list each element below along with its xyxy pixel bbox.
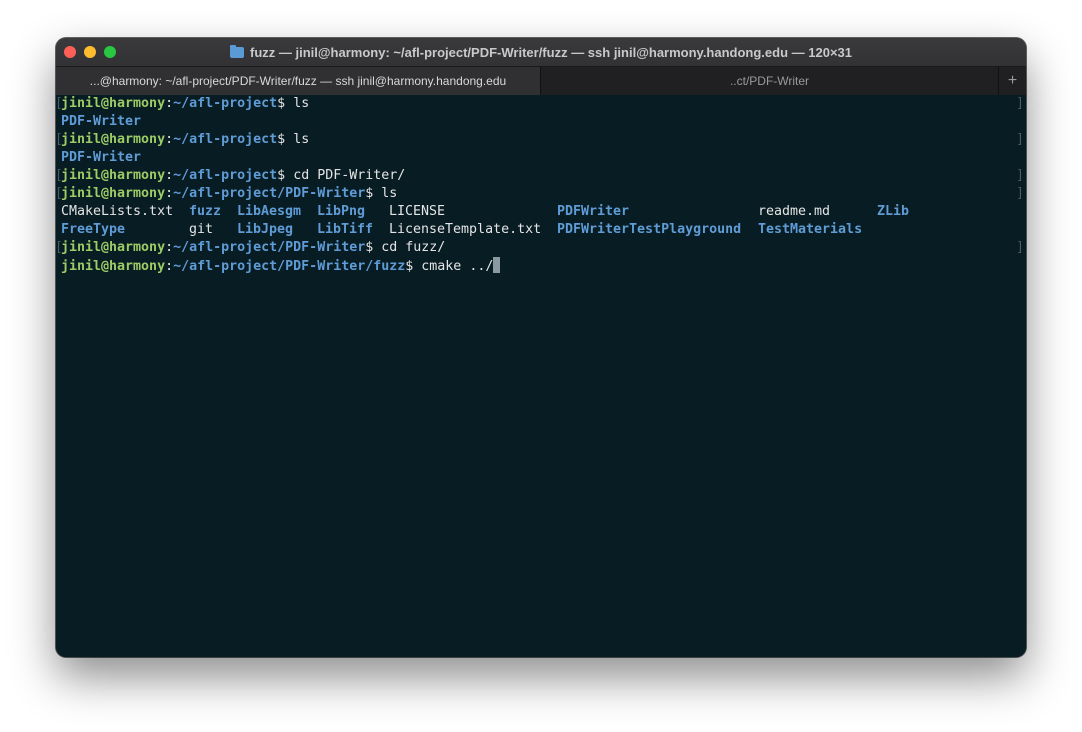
tab-bar: ...@harmony: ~/afl-project/PDF-Writer/fu… [56,66,1026,96]
dir-entry: FreeType [61,222,126,237]
prompt-path: ~/afl-project/PDF-Writer [173,240,366,255]
file-entry: git [189,222,214,237]
prompt-colon: : [165,96,174,111]
command-text: ls [285,132,310,147]
mark-right: ] [1016,240,1024,255]
prompt-user: jinil@harmony [61,240,166,255]
folder-icon [229,44,244,58]
prompt-line: jinil@harmony:~/afl-project$ ls [61,95,309,113]
prompt-user: jinil@harmony [61,259,166,274]
text-cursor [493,257,501,273]
window-controls [64,46,116,58]
prompt-line: jinil@harmony:~/afl-project/PDF-Writer$ … [61,185,397,203]
command-text: ls [285,96,310,111]
prompt-path: ~/afl-project/PDF-Writer [173,186,366,201]
dir-entry: fuzz [189,204,222,219]
command-text: cd PDF-Writer/ [285,168,406,183]
prompt-path: ~/afl-project [173,168,278,183]
file-entry: CMakeLists.txt [61,204,174,219]
prompt-line: jinil@harmony:~/afl-project/PDF-Writer$ … [61,239,445,257]
prompt-dollar: $ [277,96,286,111]
ls-output-row: FreeType git LibJpeg LibTiff LicenseTemp… [61,221,1021,239]
title-bar[interactable]: fuzz — jinil@harmony: ~/afl-project/PDF-… [56,38,1026,66]
zoom-button[interactable] [104,46,116,58]
prompt-line: jinil@harmony:~/afl-project/PDF-Writer/f… [61,257,501,275]
tab-pdf-writer[interactable]: ..ct/PDF-Writer [540,67,998,95]
dir-entry: PDFWriterTestPlayground [557,222,742,237]
file-entry: LicenseTemplate.txt [389,222,542,237]
command-text: cmake ../ [413,259,494,274]
prompt-user: jinil@harmony [61,96,166,111]
dir-entry: LibAesgm [237,204,302,219]
window-title: fuzz — jinil@harmony: ~/afl-project/PDF-… [249,44,852,60]
close-button[interactable] [64,46,76,58]
prompt-user: jinil@harmony [61,132,166,147]
file-entry: LICENSE [389,204,446,219]
command-text: cd fuzz/ [373,240,446,255]
dir-entry: LibPng [317,204,366,219]
terminal-window: fuzz — jinil@harmony: ~/afl-project/PDF-… [56,38,1026,657]
dir-entry: ZLib [877,204,910,219]
prompt-user: jinil@harmony [61,168,166,183]
prompt-colon: : [165,132,174,147]
prompt-path: ~/afl-project/PDF-Writer/fuzz [173,259,406,274]
prompt-user: jinil@harmony [61,186,166,201]
prompt-dollar: $ [277,132,286,147]
command-text: ls [373,186,398,201]
mark-right: ] [1016,186,1024,201]
file-entry: readme.md [758,204,831,219]
mark-right: ] [1016,168,1024,183]
dir-entry: LibJpeg [237,222,294,237]
tab-fuzz[interactable]: ...@harmony: ~/afl-project/PDF-Writer/fu… [56,67,540,95]
mark-right: ] [1016,132,1024,147]
mark-right: ] [1016,96,1024,111]
window-title-wrap: fuzz — jinil@harmony: ~/afl-project/PDF-… [229,44,852,60]
dir-entry: LibTiff [317,222,374,237]
ls-output-row: CMakeLists.txt fuzz LibAesgm LibPng LICE… [61,203,1021,221]
prompt-colon: : [165,259,174,274]
prompt-colon: : [165,168,174,183]
prompt-line: jinil@harmony:~/afl-project$ cd PDF-Writ… [61,167,405,185]
prompt-colon: : [165,240,174,255]
prompt-line: jinil@harmony:~/afl-project$ ls [61,131,309,149]
prompt-dollar: $ [277,168,286,183]
prompt-path: ~/afl-project [173,96,278,111]
output-line: PDF-Writer [61,114,142,129]
minimize-button[interactable] [84,46,96,58]
prompt-colon: : [165,186,174,201]
output-line: PDF-Writer [61,150,142,165]
dir-entry: PDFWriter [557,204,630,219]
terminal-content[interactable]: [ ] jinil@harmony:~/afl-project$ ls PDF-… [56,95,1026,657]
new-tab-button[interactable]: + [998,67,1026,95]
dir-entry: TestMaterials [758,222,863,237]
prompt-path: ~/afl-project [173,132,278,147]
